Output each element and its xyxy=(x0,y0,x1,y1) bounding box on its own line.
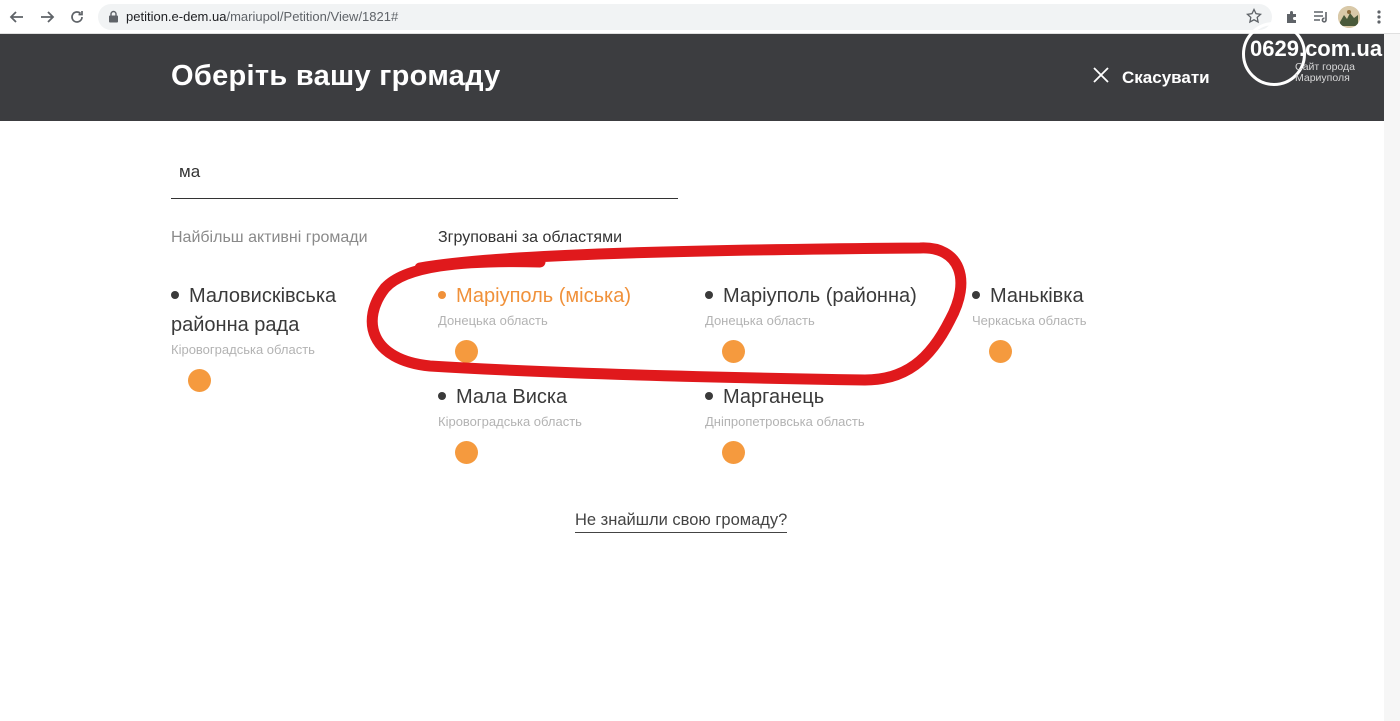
activity-dot-icon xyxy=(722,340,745,363)
community-title-text: Марганець xyxy=(723,386,825,408)
site-logo: 0629.com.ua Сайт города Мариуполя xyxy=(1242,22,1392,92)
community-title-text: Маріуполь (районна) xyxy=(723,285,917,307)
bullet-icon xyxy=(438,290,446,299)
bullet-icon xyxy=(972,290,980,299)
activity-dot-icon xyxy=(722,441,745,464)
address-bar[interactable]: petition.e-dem.ua/mariupol/Petition/View… xyxy=(98,4,1272,30)
cancel-label: Скасувати xyxy=(1122,67,1210,87)
logo-text: 0629.com.ua xyxy=(1250,36,1382,62)
community-region: Кіровоградська область xyxy=(438,414,582,429)
browser-toolbar: petition.e-dem.ua/mariupol/Petition/View… xyxy=(0,0,1400,34)
bullet-icon xyxy=(705,391,713,400)
logo-domain: .com.ua xyxy=(1298,36,1383,61)
modal-title: Оберіть вашу громаду xyxy=(171,60,501,92)
community-title-text: Маньківка xyxy=(990,285,1084,307)
community-region: Кіровоградська область xyxy=(171,342,315,357)
activity-dot-icon xyxy=(188,369,211,392)
lock-icon xyxy=(108,10,119,28)
not-found-link[interactable]: Не знайшли свою громаду? xyxy=(575,511,788,533)
forward-arrow-icon[interactable] xyxy=(36,6,58,28)
activity-dot-icon xyxy=(455,441,478,464)
url-text: petition.e-dem.ua/mariupol/Petition/View… xyxy=(126,9,398,24)
logo-subtitle: Сайт города Мариуполя xyxy=(1295,62,1355,84)
back-arrow-icon[interactable] xyxy=(6,6,28,28)
community-region: Дніпропетровська область xyxy=(705,414,865,429)
community-item[interactable]: Марганець Дніпропетровська область xyxy=(705,383,865,464)
url-host: petition.e-dem.ua xyxy=(126,9,227,24)
community-title: Маловисківська xyxy=(171,282,336,311)
community-title-text: Маріуполь (міська) xyxy=(456,285,631,307)
community-item[interactable]: Маньківка Черкаська область xyxy=(972,282,1087,363)
community-item[interactable]: Маріуполь (районна) Донецька область xyxy=(705,282,917,363)
community-item[interactable]: Маловисківська районна рада Кіровоградсь… xyxy=(171,282,336,392)
search-field xyxy=(171,152,678,199)
logo-subtitle-line2: Мариуполя xyxy=(1295,72,1350,84)
modal-header: Оберіть вашу громаду Скасувати xyxy=(0,34,1384,121)
activity-dot-icon xyxy=(989,340,1012,363)
bullet-icon xyxy=(705,290,713,299)
community-title-line2: районна рада xyxy=(171,314,300,336)
community-region: Черкаська область xyxy=(972,313,1087,328)
cancel-button[interactable]: Скасувати xyxy=(1092,66,1210,89)
url-path: /mariupol/Petition/View/1821# xyxy=(226,9,399,24)
bullet-icon xyxy=(171,290,179,299)
community-item[interactable]: Мала Виска Кіровоградська область xyxy=(438,383,582,464)
community-region: Донецька область xyxy=(705,313,815,328)
community-title-text: Мала Виска xyxy=(456,386,568,408)
community-title: Марганець xyxy=(705,383,865,412)
search-input[interactable] xyxy=(179,160,659,184)
community-title: Маріуполь (міська) xyxy=(438,282,631,311)
bullet-icon xyxy=(438,391,446,400)
page-scrollbar[interactable] xyxy=(1384,34,1400,721)
activity-dot-icon xyxy=(455,340,478,363)
logo-number: 0629 xyxy=(1250,36,1299,61)
community-title: Маньківка xyxy=(972,282,1087,311)
close-icon xyxy=(1092,66,1110,89)
community-item[interactable]: Маріуполь (міська) Донецька область xyxy=(438,282,631,363)
community-title: Мала Виска xyxy=(438,383,582,412)
tab-active-communities[interactable]: Найбільш активні громади xyxy=(171,229,368,247)
reload-icon[interactable] xyxy=(66,6,88,28)
community-region: Донецька область xyxy=(438,313,548,328)
tab-grouped-by-region[interactable]: Згруповані за областями xyxy=(438,229,622,247)
community-title: Маріуполь (районна) xyxy=(705,282,917,311)
community-title-line1: Маловисківська xyxy=(189,285,337,307)
